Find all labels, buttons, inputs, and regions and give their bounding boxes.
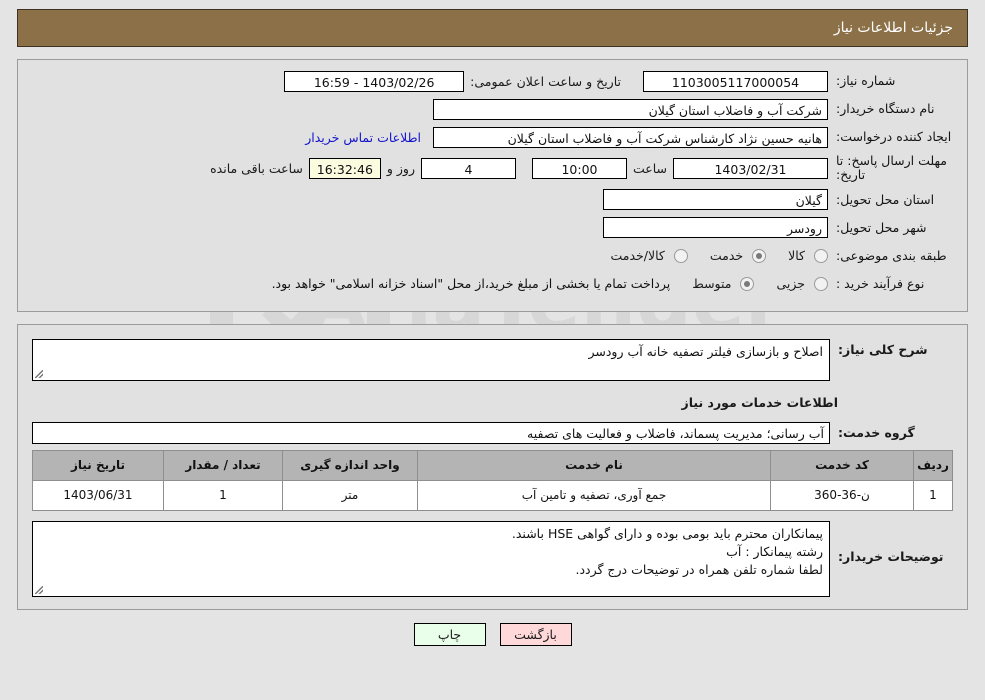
cell-qty: 1 (163, 479, 283, 511)
buyer-notes-label: توضیحات خریدار: (838, 548, 944, 564)
table-header-row: ردیف کد خدمت نام خدمت واحد اندازه گیری ت… (32, 449, 953, 481)
page-title: جزئیات اطلاعات نیاز (833, 20, 953, 36)
radio-category-kala[interactable] (814, 248, 828, 263)
radio-category-khedmat[interactable] (752, 248, 767, 263)
col-name: نام خدمت (417, 449, 771, 481)
row-creator: ایجاد کننده درخواست: هانیه حسین نژاد کار… (32, 126, 953, 148)
services-table: ردیف کد خدمت نام خدمت واحد اندازه گیری ت… (32, 449, 953, 511)
row-need-number: شماره نیاز: 1103005117000054 تاریخ و ساع… (32, 70, 953, 92)
deadline-label: مهلت ارسال پاسخ: تا تاریخ: (836, 153, 947, 183)
row-process: نوع فرآیند خرید : جزیی متوسط پرداخت تمام… (32, 273, 953, 295)
days-and-label: روز و (386, 160, 415, 176)
row-deadline: مهلت ارسال پاسخ: تا تاریخ: 1403/02/31 سا… (32, 153, 953, 183)
cell-code: ن-36-360 (770, 479, 914, 511)
print-button[interactable]: چاپ (413, 622, 486, 646)
row-buyer-notes: توضیحات خریدار: پیمانکاران محترم باید بو… (32, 520, 953, 597)
col-qty: تعداد / مقدار (163, 449, 283, 481)
need-number-label: شماره نیاز: (836, 73, 896, 89)
service-group-label: گروه خدمت: (838, 425, 915, 441)
page-root: جزئیات اطلاعات نیاز شماره نیاز: 11030051… (0, 9, 985, 646)
col-code: کد خدمت (770, 449, 914, 481)
services-section-heading: اطلاعات خدمات مورد نیاز (681, 394, 839, 410)
category-label: طبقه بندی موضوعی: (836, 247, 947, 263)
radio-process-motevaset[interactable] (740, 276, 755, 291)
cell-unit: متر (282, 479, 418, 511)
public-announce-value: 1403/02/26 - 16:59 (284, 70, 465, 92)
buyer-notes-value: پیمانکاران محترم باید بومی بوده و دارای … (32, 520, 830, 597)
row-category: طبقه بندی موضوعی: کالا خدمت کالا/خدمت (32, 245, 953, 267)
buyer-notes-line-3: لطفا شماره تلفن همراه در توضیحات درج گرد… (575, 562, 824, 577)
table-row: 1 ن-36-360 جمع آوری، تصفیه و تامین آب مت… (32, 479, 953, 511)
col-index: ردیف (913, 449, 953, 481)
radio-process-jozei[interactable] (814, 276, 828, 291)
radio-category-kala-khedmat[interactable] (673, 248, 688, 263)
province-label: استان محل تحویل: (836, 191, 935, 207)
row-city: شهر محل تحویل: رودسر (32, 217, 953, 239)
cell-name: جمع آوری، تصفیه و تامین آب (417, 479, 771, 511)
buyer-notes-line-1: پیمانکاران محترم باید بومی بوده و دارای … (511, 525, 823, 541)
row-general-desc: شرح کلی نیاز: اصلاح و بازسازی فیلتر تصفی… (32, 338, 953, 381)
buyer-org-value: شرکت آب و فاضلاب استان گیلان (433, 98, 828, 120)
countdown-timer: 16:32:46 (308, 157, 381, 179)
general-desc-value: اصلاح و بازسازی فیلتر تصفیه خانه آب رودس… (32, 338, 830, 381)
radio-category-kala-label: کالا (788, 248, 805, 264)
buyer-contact-link[interactable]: اطلاعات تماس خریدار (305, 130, 433, 145)
deadline-date-value: 1403/02/31 (673, 157, 828, 179)
need-info-panel: شماره نیاز: 1103005117000054 تاریخ و ساع… (17, 59, 968, 312)
remaining-hours-label: ساعت باقی مانده (210, 160, 303, 176)
service-group-value: آب رسانی؛ مدیریت پسماند، فاضلاب و فعالیت… (32, 421, 830, 444)
row-service-group: گروه خدمت: آب رسانی؛ مدیریت پسماند، فاضل… (32, 421, 953, 444)
creator-value: هانیه حسین نژاد کارشناس شرکت آب و فاضلاب… (433, 126, 828, 148)
need-number-value: 1103005117000054 (643, 70, 828, 92)
process-label: نوع فرآیند خرید : (836, 275, 925, 291)
page-header: جزئیات اطلاعات نیاز (17, 9, 968, 47)
creator-label: ایجاد کننده درخواست: (836, 129, 952, 145)
cell-date: 1403/06/31 (32, 479, 164, 511)
deadline-time-value: 10:00 (531, 157, 627, 179)
radio-process-jozei-label: جزیی (776, 276, 805, 292)
radio-category-kala-khedmat-label: کالا/خدمت (610, 248, 665, 264)
footer-actions: بازگشت چاپ (0, 622, 985, 646)
process-radio-group: جزیی متوسط (676, 276, 828, 291)
radio-process-motevaset-label: متوسط (692, 276, 732, 292)
col-unit: واحد اندازه گیری (282, 449, 418, 481)
col-date: تاریخ نیاز (32, 449, 164, 481)
row-province: استان محل تحویل: گیلان (32, 189, 953, 211)
city-label: شهر محل تحویل: (836, 219, 927, 235)
cell-index: 1 (913, 479, 953, 511)
province-value: گیلان (603, 189, 828, 211)
radio-category-khedmat-label: خدمت (709, 248, 744, 264)
need-details-panel: شرح کلی نیاز: اصلاح و بازسازی فیلتر تصفی… (17, 323, 968, 610)
city-value: رودسر (603, 217, 828, 239)
buyer-notes-line-2: رشته پیمانکار : آب (726, 543, 823, 559)
remaining-days-value: 4 (420, 157, 516, 179)
buyer-org-label: نام دستگاه خریدار: (836, 101, 935, 117)
row-buyer-org: نام دستگاه خریدار: شرکت آب و فاضلاب استا… (32, 98, 953, 120)
public-announce-label: تاریخ و ساعت اعلان عمومی: (470, 73, 621, 89)
hour-label: ساعت (632, 160, 667, 176)
general-desc-label: شرح کلی نیاز: (838, 341, 928, 357)
process-note: پرداخت تمام یا بخشی از مبلغ خرید،از محل … (271, 276, 671, 292)
category-radio-group: کالا خدمت کالا/خدمت (594, 248, 828, 263)
back-button[interactable]: بازگشت (499, 622, 572, 646)
